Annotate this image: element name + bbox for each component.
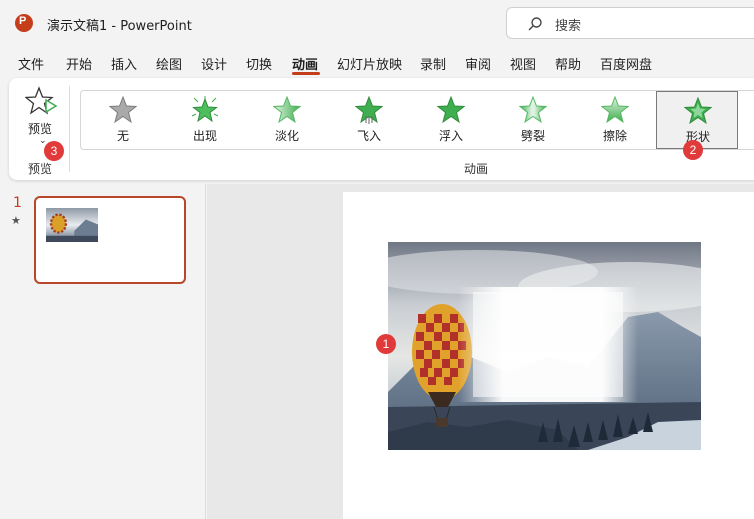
star-wipe-icon: [601, 96, 629, 124]
search-input[interactable]: 搜索: [506, 7, 754, 39]
animation-wipe[interactable]: 擦除: [574, 91, 656, 149]
star-fly-in-icon: [355, 96, 383, 124]
slide-number: 1: [13, 195, 22, 211]
animation-marker-icon: ★: [11, 214, 21, 227]
tab-review[interactable]: 审阅: [465, 54, 491, 73]
tab-view[interactable]: 视图: [510, 54, 536, 73]
thumbnail-balloon-image: [46, 208, 98, 242]
hot-air-balloon-image[interactable]: [388, 242, 701, 450]
tab-file[interactable]: 文件: [18, 54, 44, 73]
star-split-icon: [519, 96, 547, 124]
tab-record[interactable]: 录制: [420, 54, 446, 73]
tab-animations[interactable]: 动画: [292, 54, 318, 73]
search-icon: [528, 17, 542, 31]
animation-label: 飞入: [356, 129, 381, 143]
preview-group-label: 预览: [28, 162, 53, 176]
tab-draw[interactable]: 绘图: [156, 54, 182, 73]
animations-ribbon: 预览 ⌄ 预览 无 出现 淡化 飞入 浮入 劈裂 擦除 形状 动画: [9, 78, 754, 180]
tab-design[interactable]: 设计: [201, 54, 227, 73]
star-gray-icon: [109, 96, 137, 124]
active-tab-indicator: [292, 72, 320, 75]
animation-label: 劈裂: [520, 129, 545, 143]
slide-thumbnail[interactable]: [34, 196, 186, 284]
powerpoint-logo-icon: P: [15, 14, 33, 32]
animation-label: 擦除: [602, 129, 627, 143]
group-divider: [69, 86, 70, 172]
search-placeholder: 搜索: [555, 19, 582, 34]
tab-help[interactable]: 帮助: [555, 54, 581, 73]
tab-transitions[interactable]: 切换: [246, 54, 272, 73]
animation-label: 出现: [192, 129, 217, 143]
title-bar: P 演示文稿1 - PowerPoint 搜索: [0, 0, 754, 46]
animation-group-label: 动画: [464, 162, 489, 176]
step-badge-3: 3: [44, 141, 64, 161]
animation-fly-in[interactable]: 飞入: [328, 91, 410, 149]
star-shape-icon: [684, 97, 712, 125]
animation-label: 无: [116, 129, 129, 143]
animation-label: 淡化: [274, 129, 299, 143]
animation-none[interactable]: 无: [82, 91, 164, 149]
window-title: 演示文稿1 - PowerPoint: [47, 19, 192, 34]
slide-thumbnail-panel: 1 ★: [0, 184, 206, 519]
star-fade-icon: [273, 96, 301, 124]
animation-gallery: 无 出现 淡化 飞入 浮入 劈裂 擦除 形状: [80, 90, 754, 150]
animation-float-in[interactable]: 浮入: [410, 91, 492, 149]
preview-button-label: 预览: [28, 122, 53, 136]
animation-label: 浮入: [438, 129, 463, 143]
preview-group: 预览 ⌄ 预览: [9, 78, 71, 180]
animation-fade[interactable]: 淡化: [246, 91, 328, 149]
slide-canvas[interactable]: [343, 192, 754, 519]
star-float-in-icon: [437, 96, 465, 124]
slide-editing-area: [207, 184, 754, 519]
tab-slideshow[interactable]: 幻灯片放映: [337, 54, 402, 73]
step-badge-2: 2: [683, 140, 703, 160]
animation-split[interactable]: 劈裂: [492, 91, 574, 149]
step-badge-1: 1: [376, 334, 396, 354]
star-appear-icon: [191, 96, 219, 123]
preview-star-icon: [25, 86, 58, 115]
animation-appear[interactable]: 出现: [164, 91, 246, 149]
ribbon-tabs: 文件 开始 插入 绘图 设计 切换 动画 幻灯片放映 录制 审阅 视图 帮助 百…: [0, 52, 754, 76]
tab-baidu-netdisk[interactable]: 百度网盘: [600, 54, 652, 73]
tab-home[interactable]: 开始: [66, 54, 92, 73]
tab-insert[interactable]: 插入: [111, 54, 137, 73]
